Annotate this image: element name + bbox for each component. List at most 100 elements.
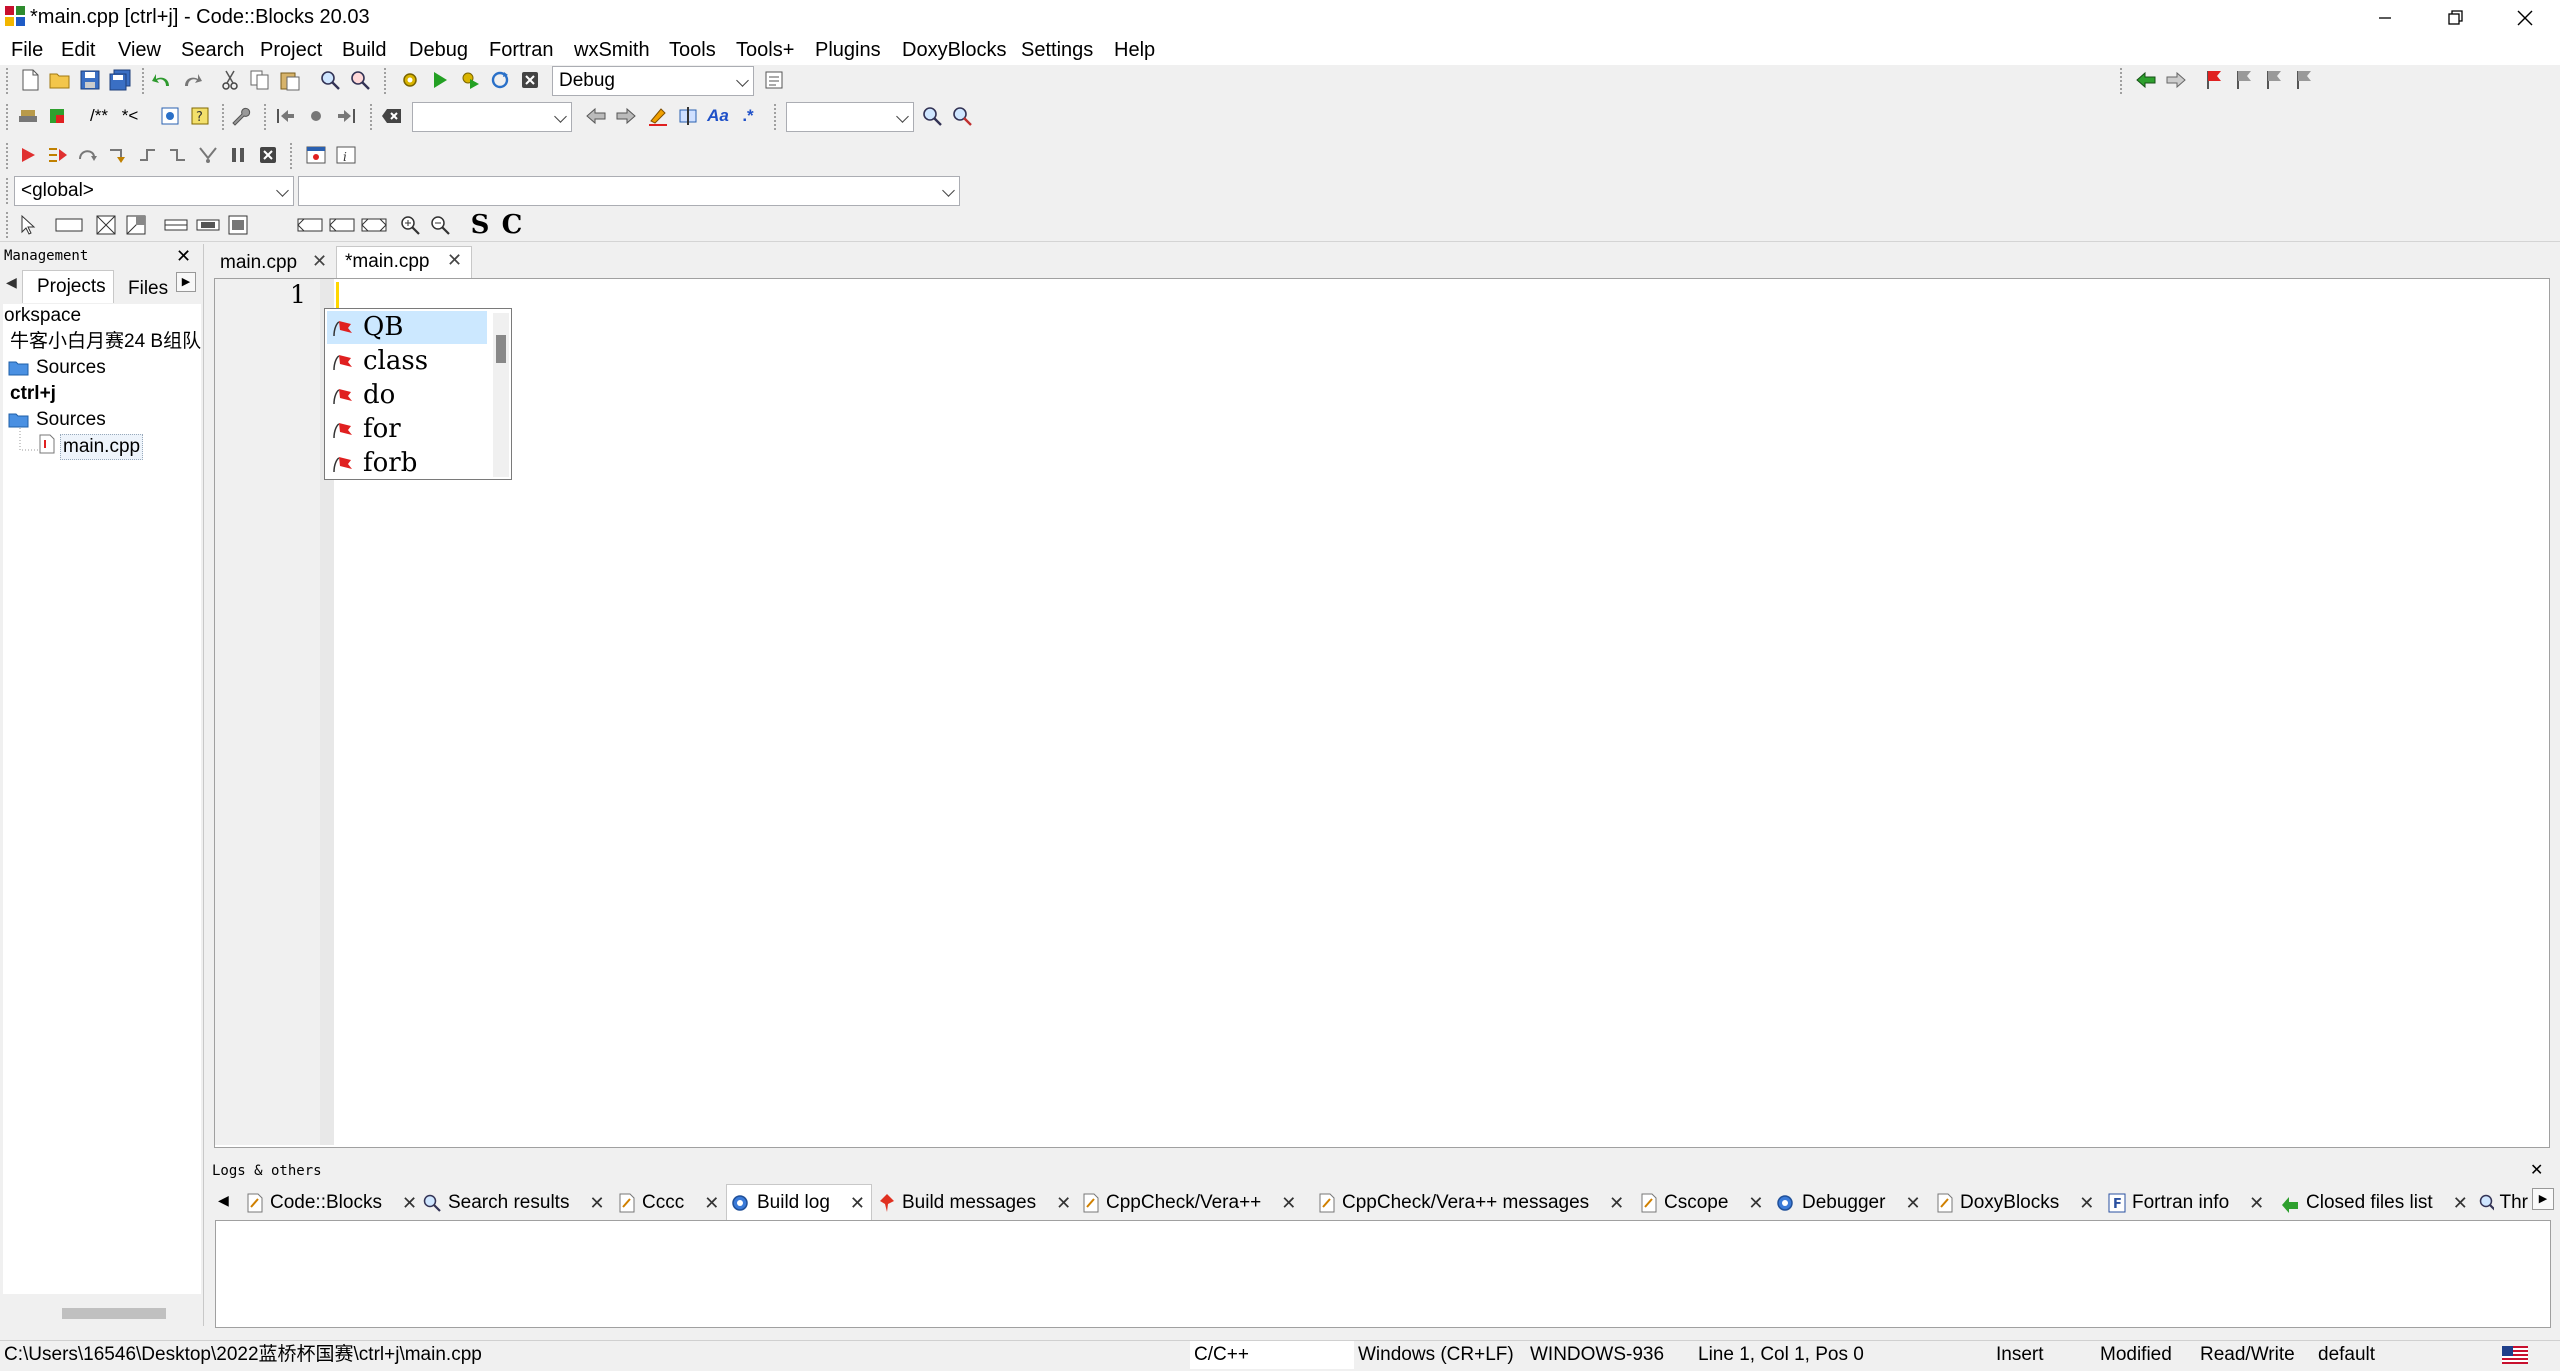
toolbar-grip[interactable]	[774, 104, 780, 130]
close-tab-icon[interactable]: ✕	[1905, 1186, 1920, 1220]
redo-button[interactable]	[178, 66, 206, 94]
abort-button[interactable]	[516, 66, 544, 94]
space-both-button[interactable]	[358, 211, 392, 239]
toggle-breakpoint-button[interactable]	[302, 102, 330, 130]
jump-back-button[interactable]	[2132, 66, 2160, 94]
highlight-button[interactable]	[644, 102, 672, 130]
find-prev-button[interactable]	[582, 102, 610, 130]
rebuild-button[interactable]	[486, 66, 514, 94]
menu-view[interactable]: View	[118, 36, 161, 64]
menu-file[interactable]: File	[11, 36, 43, 64]
run-button[interactable]	[426, 66, 454, 94]
build-run-button[interactable]	[456, 66, 484, 94]
tree-sources-2[interactable]: Sources	[36, 408, 106, 432]
open-file-button[interactable]	[46, 66, 74, 94]
close-tab-icon[interactable]: ✕	[312, 251, 327, 272]
close-tab-icon[interactable]: ✕	[704, 1186, 719, 1220]
save-all-button[interactable]	[106, 66, 134, 94]
menu-wxsmith[interactable]: wxSmith	[574, 36, 650, 64]
close-tab-icon[interactable]: ✕	[850, 1186, 865, 1220]
log-tab-cccc[interactable]: Cccc ✕	[618, 1186, 719, 1220]
jump-forward-button[interactable]	[2162, 66, 2190, 94]
help-doc-button[interactable]: ?	[186, 102, 214, 130]
toolbar-grip[interactable]	[6, 68, 12, 94]
menu-build[interactable]: Build	[342, 36, 386, 64]
zoom-in-button[interactable]	[396, 211, 424, 239]
panel-tool-button[interactable]	[52, 211, 86, 239]
toolbar-grip[interactable]	[6, 178, 12, 204]
goto-prev-button[interactable]	[272, 102, 300, 130]
build-options-button[interactable]	[760, 66, 788, 94]
vsizer-tool-button[interactable]	[194, 211, 222, 239]
menu-debug[interactable]: Debug	[409, 36, 468, 64]
paste-button[interactable]	[276, 66, 304, 94]
toolbar-grip[interactable]	[6, 143, 12, 169]
find-next-button[interactable]	[612, 102, 640, 130]
close-logs-button[interactable]: ✕	[2530, 1160, 2543, 1180]
stop-debugger-button[interactable]	[254, 141, 282, 169]
show-preview-button[interactable]: S	[466, 210, 494, 240]
search-combo[interactable]	[412, 102, 572, 132]
code-editor[interactable]	[214, 278, 2550, 1148]
menu-settings[interactable]: Settings	[1021, 36, 1093, 64]
log-tab-doxyblocks[interactable]: DoxyBlocks ✕	[1936, 1186, 2094, 1220]
next-bookmark-button[interactable]	[2260, 66, 2288, 94]
match-case-button[interactable]: Aa	[704, 102, 732, 130]
step-into-instruction-button[interactable]	[194, 141, 222, 169]
autocomplete-popup[interactable]: QB class do for forb	[324, 308, 512, 480]
tab-files[interactable]: Files	[114, 274, 174, 302]
editor-tab-main-cpp-modified[interactable]: *main.cpp ✕	[336, 246, 472, 278]
editor-tab-main-cpp[interactable]: main.cpp ✕	[214, 248, 336, 278]
close-tab-icon[interactable]: ✕	[1748, 1186, 1763, 1220]
undo-button[interactable]	[148, 66, 176, 94]
log-tab-search-results[interactable]: Search results ✕	[422, 1186, 605, 1220]
staticbox-tool-button[interactable]	[224, 211, 252, 239]
close-management-button[interactable]: ✕	[176, 246, 191, 267]
doxywizard-button[interactable]	[156, 102, 184, 130]
find-button[interactable]	[316, 66, 344, 94]
code-completion-button[interactable]	[14, 102, 42, 130]
function-select[interactable]	[298, 176, 960, 206]
boxsizer-tool-button[interactable]	[92, 211, 120, 239]
build-target-select[interactable]: Debug	[552, 66, 754, 96]
menu-plugins[interactable]: Plugins	[815, 36, 881, 64]
new-file-button[interactable]	[16, 66, 44, 94]
selected-text-button[interactable]	[674, 102, 702, 130]
log-tabs-scroll-right[interactable]: ▶	[2532, 1188, 2554, 1210]
autocomplete-item[interactable]: class	[327, 345, 487, 378]
build-button[interactable]	[396, 66, 424, 94]
step-into-button[interactable]	[134, 141, 162, 169]
break-debugger-button[interactable]	[224, 141, 252, 169]
toggle-bookmark-button[interactable]	[2200, 66, 2228, 94]
debug-info-button[interactable]: i	[332, 141, 360, 169]
close-tab-icon[interactable]: ✕	[589, 1186, 604, 1220]
tree-main-cpp[interactable]: main.cpp	[60, 434, 144, 460]
log-tab-codeblocks[interactable]: Code::Blocks ✕	[246, 1186, 417, 1220]
autocomplete-item[interactable]: for	[327, 413, 487, 446]
step-out-button[interactable]	[164, 141, 192, 169]
log-tab-cscope[interactable]: Cscope ✕	[1640, 1186, 1764, 1220]
menu-help[interactable]: Help	[1114, 36, 1155, 64]
insert-snippet-button[interactable]	[44, 102, 72, 130]
tabs-scroll-left-button[interactable]: ◀	[6, 274, 17, 291]
gridsizer-tool-button[interactable]	[122, 211, 150, 239]
tree-sources-1[interactable]: Sources	[36, 356, 106, 380]
clear-bookmarks-button[interactable]	[2290, 66, 2318, 94]
run-to-cursor-button[interactable]	[44, 141, 72, 169]
replace-button[interactable]	[346, 66, 374, 94]
log-tab-cppcheck-messages[interactable]: CppCheck/Vera++ messages ✕	[1318, 1186, 1624, 1220]
clear-search-button[interactable]	[378, 102, 406, 130]
tree-project-active[interactable]: ctrl+j	[10, 382, 56, 406]
close-tab-icon[interactable]: ✕	[1056, 1186, 1071, 1220]
debug-start-button[interactable]	[14, 141, 42, 169]
menu-project[interactable]: Project	[260, 36, 322, 64]
log-output[interactable]	[215, 1220, 2551, 1328]
replace-combo[interactable]	[786, 102, 914, 132]
close-preview-button[interactable]: C	[498, 210, 526, 240]
autocomplete-item[interactable]: QB	[327, 311, 487, 344]
log-tab-build-messages[interactable]: Build messages ✕	[878, 1186, 1071, 1220]
toolbar-grip[interactable]	[370, 104, 376, 130]
space-left-button[interactable]	[294, 211, 328, 239]
close-tab-icon[interactable]: ✕	[2249, 1186, 2264, 1220]
debug-windows-button[interactable]	[302, 141, 330, 169]
